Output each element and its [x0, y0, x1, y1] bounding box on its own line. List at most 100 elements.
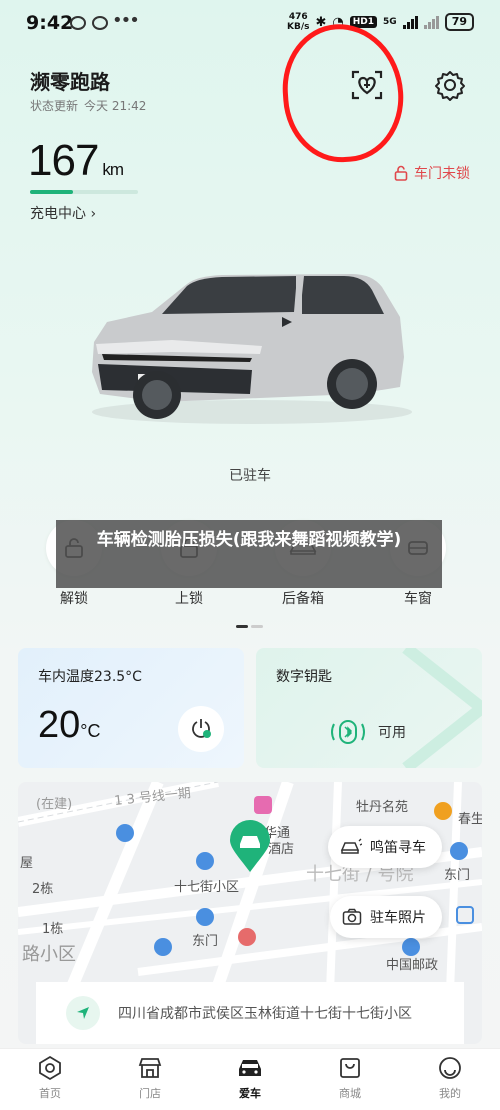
- vehicle-health-button[interactable]: [350, 68, 384, 102]
- camera-icon: [342, 908, 362, 925]
- bottom-tab-bar: 首页 门店 爱车 商城 我的: [0, 1048, 500, 1110]
- range-display: 167 km: [28, 136, 124, 186]
- honk-find-car-button[interactable]: 鸣笛寻车: [328, 826, 442, 868]
- map-label-east-gate-2: 东门: [192, 934, 219, 949]
- map-label-east-gate: 东门: [444, 868, 471, 883]
- tab-my-car[interactable]: 爱车: [200, 1055, 300, 1101]
- notification-icon: [70, 16, 86, 30]
- profile-icon: [439, 1057, 461, 1079]
- battery-level: 79: [444, 13, 474, 31]
- door-status-text: 车门未锁: [414, 166, 470, 182]
- vehicle-location-map[interactable]: (在建) 1 3 号线一期 牡丹名苑 春生 华通 酒店 屋 2栋 十七街小区 十…: [18, 782, 482, 1044]
- update-label: 状态更新: [30, 99, 79, 113]
- tab-store[interactable]: 门店: [100, 1055, 200, 1101]
- map-label-chunsheng: 春生: [458, 812, 482, 827]
- map-poi-gate-icon: [196, 908, 214, 926]
- climate-power-button[interactable]: [178, 706, 224, 752]
- location-name: 濒零跑路: [30, 70, 110, 94]
- map-label-community: 十七街小区: [174, 880, 240, 895]
- map-label-road-community: 路小区: [22, 944, 76, 965]
- honk-label: 鸣笛寻车: [370, 840, 426, 856]
- vehicle-address-bar[interactable]: 四川省成都市武侯区玉林街道十七街十七街小区: [36, 982, 464, 1044]
- bluetooth-key-icon: [331, 720, 365, 744]
- vehicle-address: 四川省成都市武侯区玉林街道十七街十七街小区: [118, 1006, 412, 1022]
- parked-status: 已驻车: [229, 468, 271, 484]
- climate-card[interactable]: 车内温度23.5°C 20°C: [18, 648, 244, 768]
- key-status: 可用: [328, 718, 406, 746]
- network-type: 5G: [383, 17, 397, 27]
- unlocked-icon: [394, 165, 408, 181]
- range-bar: [30, 190, 138, 194]
- update-status: 状态更新 今天 21:42: [30, 97, 152, 114]
- tab-mall[interactable]: 商城: [300, 1055, 400, 1101]
- update-time: 今天 21:42: [84, 99, 147, 113]
- car-location-pin[interactable]: [228, 820, 272, 874]
- map-label-building1: 1栋: [42, 922, 64, 937]
- tab-my-car-label: 爱车: [239, 1087, 261, 1100]
- unlock-label: 解锁: [60, 591, 88, 607]
- map-poi-food-icon: [434, 802, 452, 820]
- tab-mall-label: 商城: [339, 1087, 361, 1100]
- settings-button[interactable]: [433, 68, 467, 102]
- car-horn-icon: [340, 838, 362, 854]
- heart-scan-icon: [351, 70, 383, 100]
- map-label-building2: 2栋: [32, 882, 54, 897]
- target-temp-value: 20: [38, 704, 81, 746]
- signal-icon-2: [423, 15, 439, 29]
- charge-center-link[interactable]: 充电中心 ›: [30, 203, 96, 223]
- store-icon: [138, 1058, 162, 1078]
- page-dot: [251, 625, 263, 628]
- tab-home-label: 首页: [39, 1087, 61, 1100]
- more-notifications-icon: •••: [112, 10, 140, 31]
- status-time: 9:42: [26, 12, 74, 34]
- map-poi-community-icon: [196, 852, 214, 870]
- range-value: 167: [28, 136, 99, 185]
- map-poi-unicom-icon: [238, 928, 256, 946]
- page-dot-active: [236, 625, 248, 628]
- home-icon: [39, 1055, 61, 1081]
- navigate-icon[interactable]: [66, 996, 100, 1030]
- range-bar-fill: [30, 190, 74, 194]
- digital-key-card[interactable]: 数字钥匙 可用: [256, 648, 482, 768]
- digital-key-title: 数字钥匙: [276, 669, 332, 685]
- net-speed-value: 476: [288, 12, 308, 22]
- range-unit: km: [102, 160, 124, 179]
- vehicle-image[interactable]: [82, 262, 412, 432]
- target-temp: 20°C: [38, 704, 100, 747]
- key-status-text: 可用: [378, 725, 406, 741]
- trunk-label: 后备箱: [282, 591, 324, 607]
- lock-label: 上锁: [175, 591, 203, 607]
- parking-photo-label: 驻车照片: [370, 910, 426, 926]
- overlay-caption: 车辆检测胎压损失(跟我来舞蹈视频教学): [56, 520, 442, 588]
- net-speed: 476 KB/s: [287, 12, 309, 32]
- map-poi-parking-icon: [456, 906, 474, 924]
- map-label-post: 中国邮政: [386, 958, 439, 973]
- signal-icon: [402, 15, 418, 29]
- page-indicator: [236, 625, 264, 628]
- map-label-peony: 牡丹名苑: [356, 800, 409, 815]
- map-label-house: 屋: [20, 856, 34, 871]
- map-poi-post-icon: [402, 938, 420, 956]
- map-poi-hotel-icon: [254, 796, 272, 814]
- window-label: 车窗: [404, 591, 432, 607]
- net-speed-unit: KB/s: [287, 22, 310, 32]
- tab-profile[interactable]: 我的: [400, 1055, 500, 1101]
- map-poi-toilet-icon: [116, 824, 134, 842]
- map-poi-metro-icon: [450, 842, 468, 860]
- tab-profile-label: 我的: [439, 1087, 461, 1100]
- notification-ring-icon: [92, 16, 108, 30]
- gear-icon: [435, 71, 465, 101]
- cabin-temp-title: 车内温度23.5°C: [38, 669, 142, 685]
- mall-icon: [340, 1058, 360, 1078]
- car-pin-icon: [230, 820, 270, 872]
- map-label-construction: (在建): [36, 797, 73, 812]
- tab-home[interactable]: 首页: [0, 1055, 100, 1101]
- target-temp-unit: °C: [80, 721, 101, 741]
- suv-car-image: [92, 274, 412, 424]
- power-fan-icon: [192, 719, 211, 738]
- map-poi-bus-icon: [154, 938, 172, 956]
- status-bar: 9:42 ••• 476 KB/s ✱ ◔ HD1 5G 79: [0, 0, 500, 44]
- car-icon: [239, 1060, 261, 1076]
- door-status[interactable]: 车门未锁: [394, 163, 470, 183]
- parking-photo-button[interactable]: 驻车照片: [330, 896, 442, 938]
